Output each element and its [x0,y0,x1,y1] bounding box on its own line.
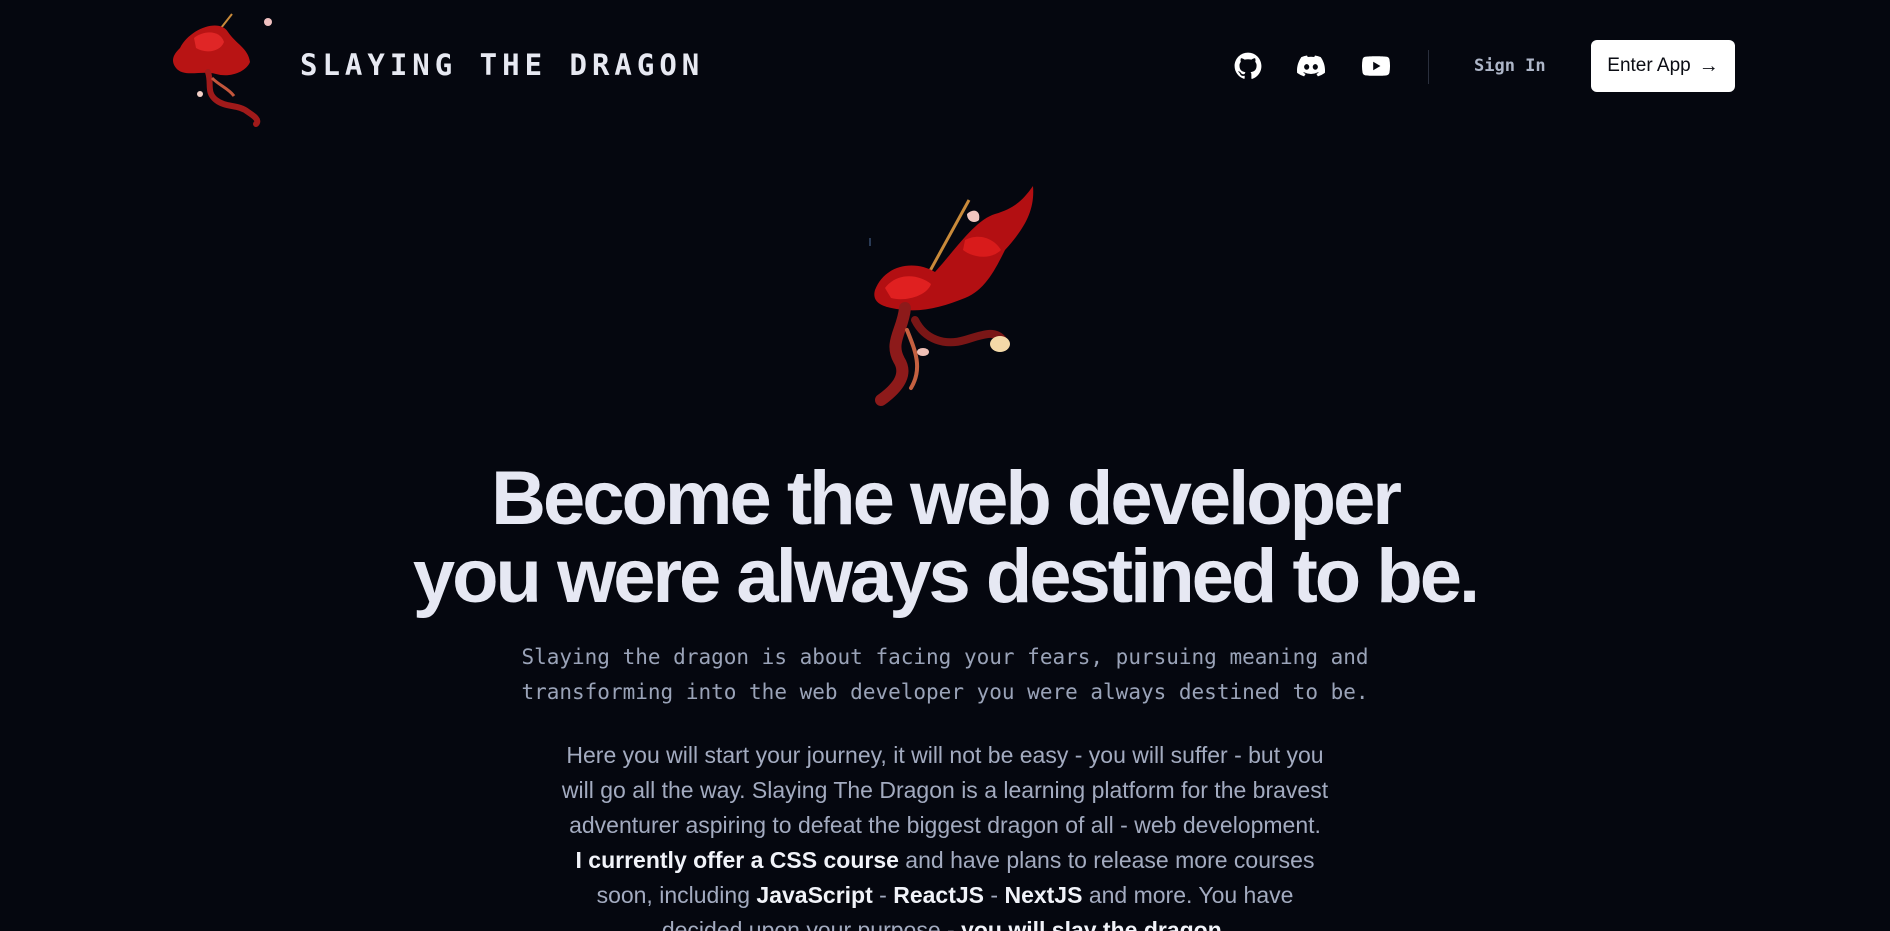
body-line-5: soon, including JavaScript - ReactJS - N… [495,878,1395,913]
body-line-3: adventurer aspiring to defeat the bigges… [569,812,1321,838]
landing-page: SLAYING THE DRAGON Sign In Enter App → B… [0,0,1890,931]
hero-headline: Become the web developer you were always… [0,460,1890,616]
enter-app-button[interactable]: Enter App → [1591,40,1735,92]
javascript-highlight: JavaScript [756,882,873,908]
discord-icon[interactable] [1297,52,1325,80]
body-line-4: I currently offer a CSS course and have … [495,843,1395,878]
body-line-6: decided upon your purpose - you will sla… [495,913,1395,931]
arrow-right-icon: → [1698,54,1719,77]
css-course-highlight: I currently offer a CSS course [575,847,899,873]
body-line-5-prefix: soon, including [596,882,757,908]
reactjs-highlight: ReactJS [893,882,984,908]
headline-line-1: Become the web developer [491,456,1402,541]
brand-name[interactable]: SLAYING THE DRAGON [300,48,704,82]
hero-lead: Slaying the dragon is about facing your … [495,640,1395,710]
lead-line-1: Slaying the dragon is about facing your … [521,645,1369,669]
youtube-icon[interactable] [1362,52,1390,80]
red-dragon-slayer-illustration-icon [845,180,1085,430]
body-line-1: Here you will start your journey, it wil… [566,742,1324,768]
body-line-6-prefix: decided upon your purpose - [661,917,962,931]
sign-in-link[interactable]: Sign In [1474,56,1546,76]
body-line-5-suffix: and more. You have [1082,882,1294,908]
red-knight-logo-icon[interactable] [150,8,280,128]
lead-line-2: transforming into the web developer you … [521,680,1369,704]
body-line-4-rest: and have plans to release more courses [898,847,1315,873]
separator: - [984,882,1005,908]
nextjs-highlight: NextJS [1004,882,1083,908]
slay-dragon-highlight: you will slay the dragon. [961,917,1229,931]
hero-description: Here you will start your journey, it wil… [495,738,1395,931]
headline-line-2: you were always destined to be. [412,534,1480,619]
separator: - [872,882,894,908]
body-line-2: will go all the way. Slaying The Dragon … [561,777,1329,803]
nav-divider [1428,50,1429,84]
enter-app-label: Enter App [1607,55,1691,76]
github-icon[interactable] [1234,52,1262,80]
site-header: SLAYING THE DRAGON Sign In Enter App → [0,0,1890,132]
